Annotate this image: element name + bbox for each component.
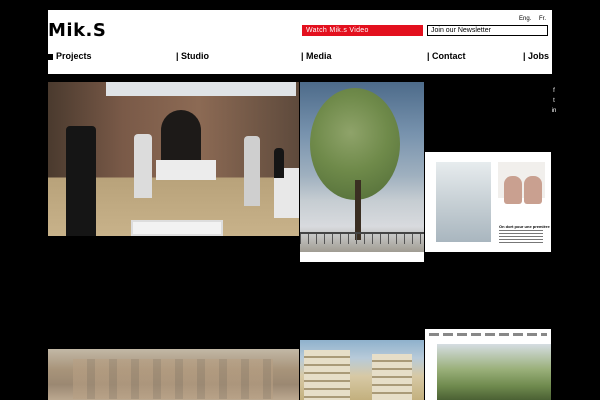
model-photo (436, 162, 491, 242)
nav-item-studio[interactable]: | Studio (176, 51, 209, 61)
portrait-photo (498, 162, 545, 204)
nav-item-jobs[interactable]: | Jobs (523, 51, 549, 61)
nav-item-projects[interactable]: Projects (56, 51, 92, 61)
magazine-caption: On dort pour une première (499, 224, 550, 229)
skylight (106, 82, 296, 96)
fence (300, 232, 424, 244)
portrait (524, 176, 542, 204)
nav-item-media[interactable]: | Media (301, 51, 332, 61)
portrait (504, 176, 522, 204)
visitor (134, 134, 152, 198)
project-photo (300, 82, 424, 252)
project-photo (437, 344, 551, 400)
language-switcher: Eng. Fr. (513, 16, 546, 22)
site-pit (73, 359, 273, 399)
project-tile-exhibition[interactable] (48, 82, 299, 236)
social-links: f t in (549, 86, 559, 116)
press-tile-trees[interactable] (425, 329, 551, 400)
main-nav: Projects | Studio | Media | Contact | Jo… (48, 51, 552, 63)
visitor (274, 148, 284, 178)
nav-active-marker (48, 54, 53, 60)
magazine-text (499, 230, 543, 244)
project-tile-residential[interactable] (300, 340, 424, 400)
page-header (429, 333, 547, 336)
press-tile-magazine[interactable]: On dort pour une première (425, 152, 551, 252)
project-tile-construction[interactable] (48, 349, 299, 400)
language-eng[interactable]: Eng. (519, 16, 531, 22)
building (372, 354, 412, 400)
nav-item-contact[interactable]: | Contact (427, 51, 466, 61)
linkedin-icon[interactable]: in (549, 106, 559, 116)
site-header: Mik.S Eng. Fr. Watch Mik.s Video Join ou… (48, 10, 552, 74)
model-table (131, 220, 223, 236)
model-table (156, 160, 216, 180)
newsletter-input[interactable]: Join our Newsletter (427, 25, 548, 36)
facebook-icon[interactable]: f (549, 86, 559, 96)
twitter-icon[interactable]: t (549, 96, 559, 106)
language-fr[interactable]: Fr. (539, 16, 546, 22)
tree-trunk (355, 180, 361, 240)
watch-video-button[interactable]: Watch Mik.s Video (302, 25, 423, 36)
visitor (244, 136, 260, 206)
visitor (66, 126, 96, 236)
building (304, 350, 350, 400)
project-tile-tree-facade[interactable] (300, 82, 424, 262)
site-logo[interactable]: Mik.S (48, 20, 106, 41)
